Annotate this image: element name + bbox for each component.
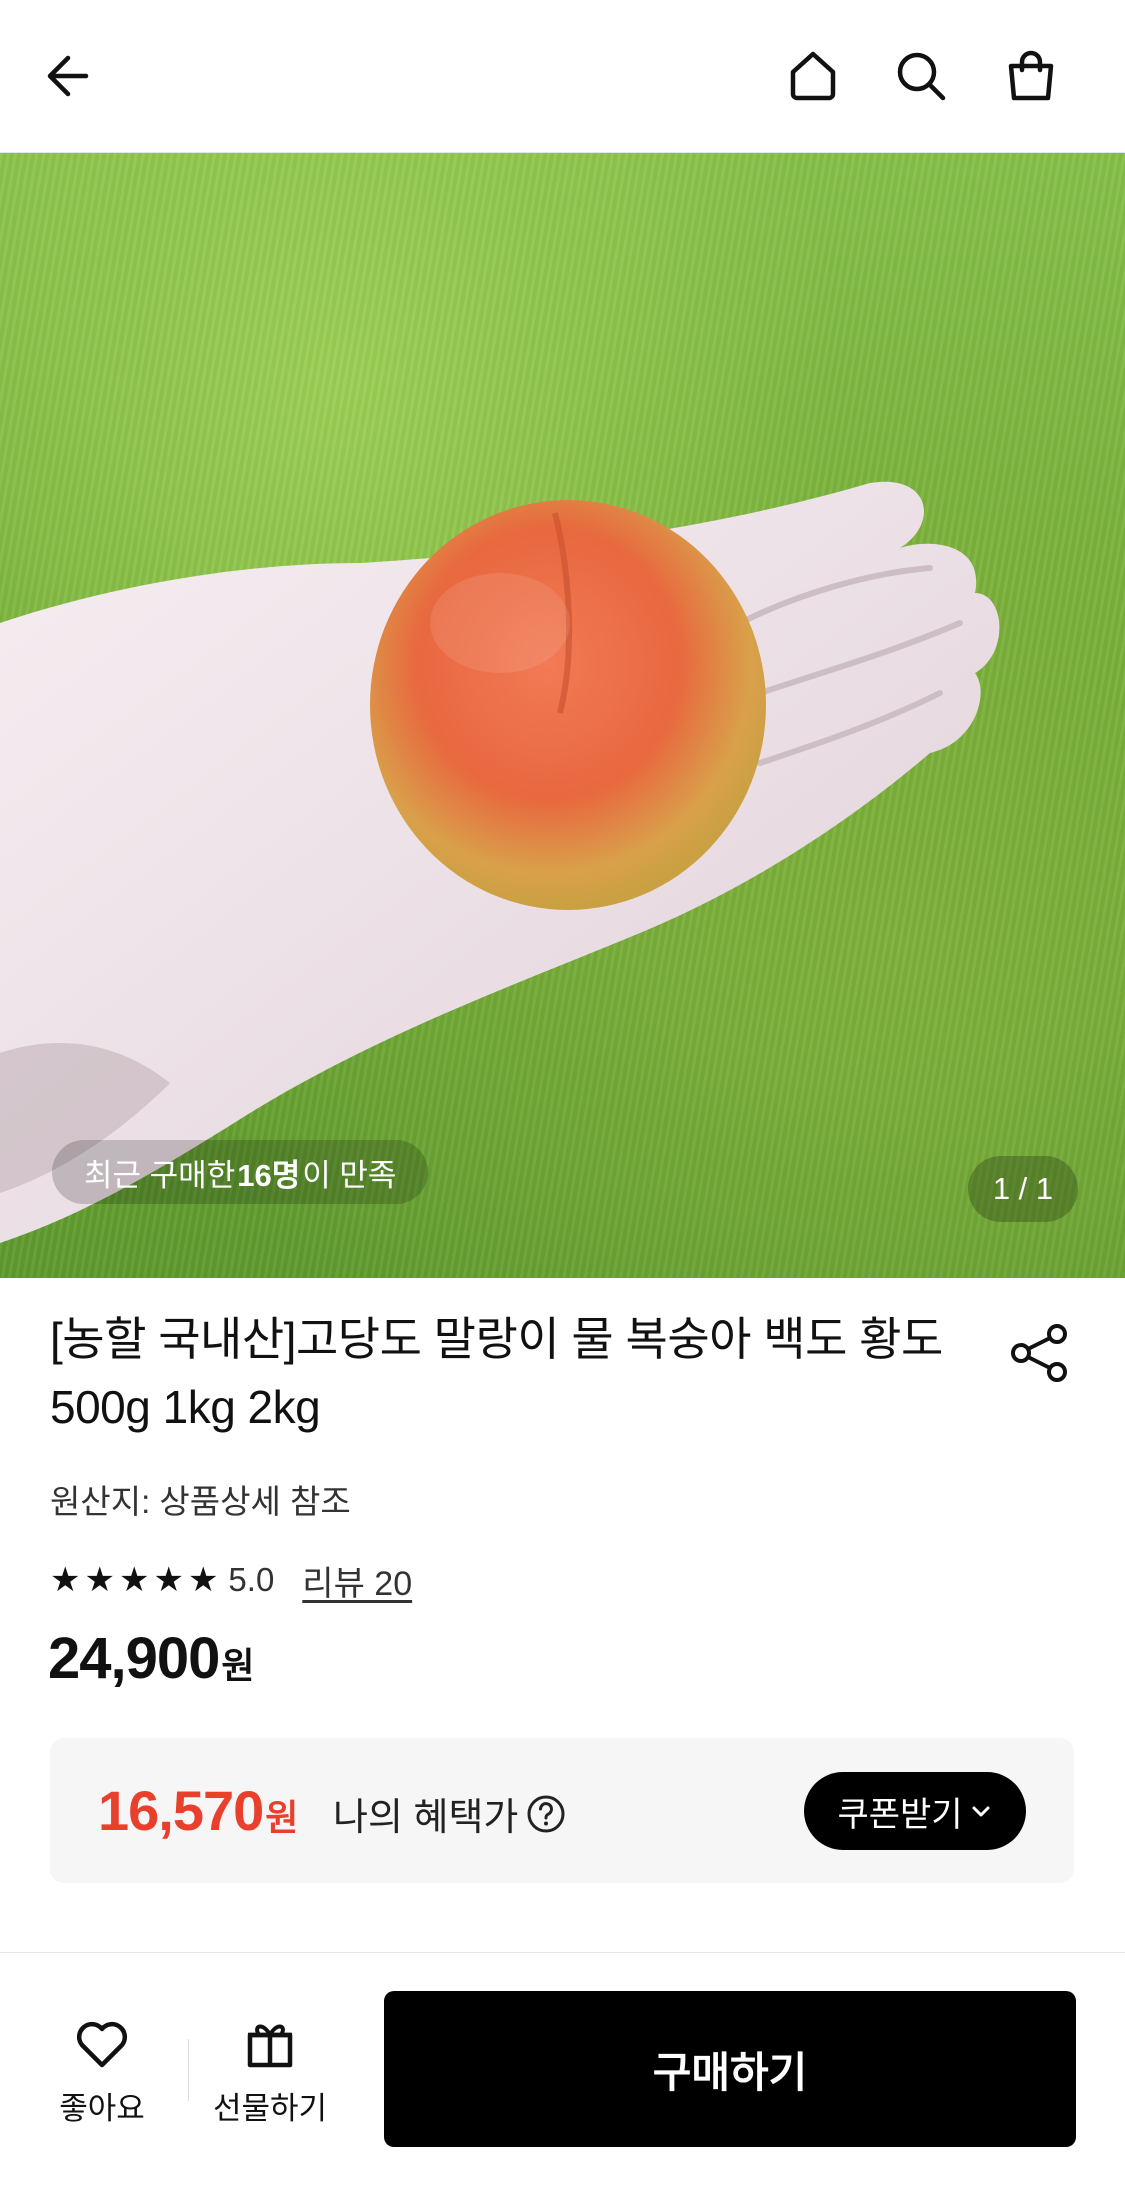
benefit-price-unit: 원 xyxy=(265,1797,299,1838)
product-price: 24,900원 xyxy=(48,1625,255,1692)
question-circle-icon[interactable] xyxy=(526,1794,566,1834)
chevron-down-icon xyxy=(972,1806,990,1817)
benefit-label-text: 나의 혜택가 xyxy=(333,1797,519,1839)
arrow-left-icon xyxy=(47,55,89,97)
bottom-action-bar: 좋아요 선물하기 구매하기 xyxy=(0,1952,1125,2185)
bottom-divider xyxy=(188,2039,189,2101)
satisfaction-suffix: 이 만족 xyxy=(302,1157,397,1193)
star-icon: ★ xyxy=(84,1561,115,1599)
like-label: 좋아요 xyxy=(59,2091,145,2126)
share-button[interactable] xyxy=(1005,1318,1075,1388)
rating-stars: ★ ★ ★ ★ ★ xyxy=(50,1563,218,1597)
back-button[interactable] xyxy=(36,40,108,112)
coupon-button[interactable]: 쿠폰받기 xyxy=(804,1772,1026,1850)
star-icon: ★ xyxy=(187,1561,219,1599)
benefit-label: 나의 혜택가 xyxy=(333,1786,566,1841)
reviews-link[interactable]: 리뷰 20 xyxy=(302,1556,412,1605)
benefit-box: 16,570원 나의 혜택가 쿠폰받기 xyxy=(50,1738,1074,1883)
gift-button[interactable]: 선물하기 xyxy=(205,2011,335,2128)
shopping-bag-icon xyxy=(1008,50,1054,101)
search-button[interactable] xyxy=(885,40,957,112)
satisfaction-badge: 최근 구매한 16명 이 만족 xyxy=(52,1140,429,1204)
rating-row: ★ ★ ★ ★ ★ 5.0 리뷰 20 xyxy=(50,1555,412,1605)
gift-icon xyxy=(247,2024,293,2068)
product-title: [농할 국내산]고당도 말랑이 물 복숭아 백도 황도 500g 1kg 2kg xyxy=(50,1313,943,1433)
like-button[interactable]: 좋아요 xyxy=(37,2011,167,2128)
rating-score: 5.0 xyxy=(228,1561,275,1598)
share-icon xyxy=(1011,1324,1067,1382)
satisfaction-count: 16명 xyxy=(237,1157,301,1193)
origin-info: 원산지: 상품상세 참조 xyxy=(50,1483,351,1520)
cart-button[interactable] xyxy=(995,40,1067,112)
benefit-price: 16,570원 xyxy=(98,1778,298,1843)
top-bar xyxy=(0,0,1125,153)
home-button[interactable] xyxy=(777,40,849,112)
home-icon xyxy=(790,51,836,101)
benefit-price-value: 16,570 xyxy=(98,1779,264,1842)
buy-button[interactable]: 구매하기 xyxy=(384,1991,1076,2147)
price-unit: 원 xyxy=(221,1645,255,1686)
gift-label: 선물하기 xyxy=(212,2091,328,2126)
star-icon: ★ xyxy=(118,1561,150,1599)
coupon-button-label: 쿠폰받기 xyxy=(837,1795,963,1834)
satisfaction-prefix: 최근 구매한 xyxy=(84,1157,236,1193)
peach-in-gloved-hand-illustration xyxy=(0,481,1000,1243)
price-value: 24,900 xyxy=(48,1626,220,1691)
product-image[interactable]: 최근 구매한 16명 이 만족 1 / 1 xyxy=(0,153,1125,1278)
star-icon: ★ xyxy=(50,1561,81,1599)
search-icon xyxy=(897,52,946,101)
image-counter: 1 / 1 xyxy=(968,1156,1078,1222)
star-icon: ★ xyxy=(153,1561,184,1599)
heart-icon xyxy=(76,2021,128,2068)
